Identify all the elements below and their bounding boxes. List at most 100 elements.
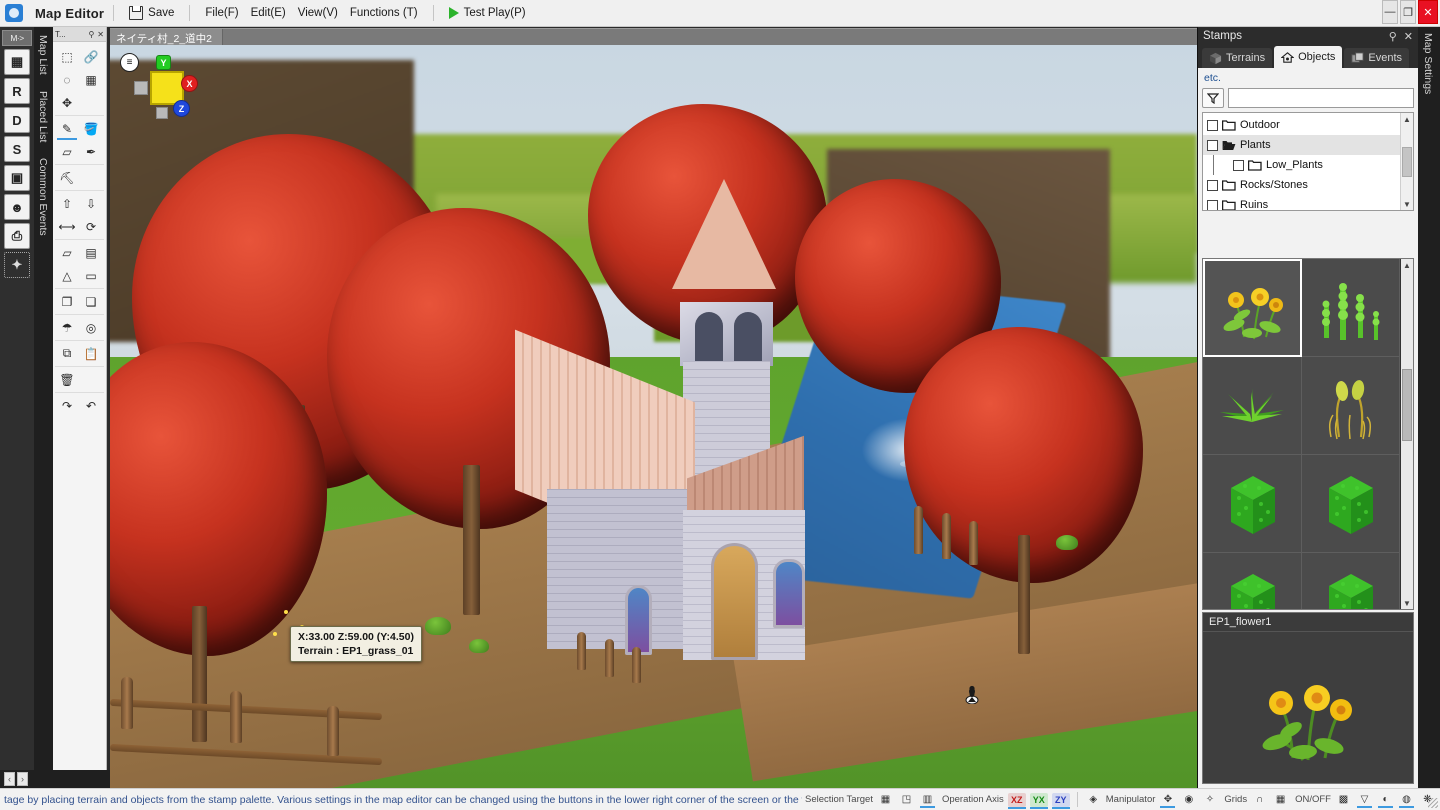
tool-rect-select[interactable]: ⬚	[55, 45, 79, 68]
tool-lasso-select[interactable]: 🔗	[79, 45, 103, 68]
menu-functions[interactable]: Functions (T)	[344, 4, 424, 22]
tool-raise-terrain[interactable]: ⇧	[55, 192, 79, 215]
axis-zy-button[interactable]: ZY	[1052, 793, 1070, 807]
rail-character-icon[interactable]: ☻	[4, 194, 30, 220]
stamp-thumbnail-grid[interactable]: ▲ ▼	[1202, 258, 1414, 610]
minimize-button[interactable]: —	[1382, 0, 1398, 24]
map-viewport[interactable]: ≡ Y X Z X:33.00 Z:59.00 (Y:4.50) Terrain…	[110, 45, 1197, 788]
tool-eraser[interactable]: ▱	[55, 140, 79, 163]
window-resize-grip[interactable]	[1428, 798, 1438, 808]
tool-mirror[interactable]: ⟷	[55, 215, 79, 238]
stamps-close-icon[interactable]: ✕	[1404, 30, 1413, 43]
tool-layers[interactable]: ▤	[79, 241, 103, 264]
thumb-scroll-thumb[interactable]	[1402, 369, 1412, 441]
tree-scroll-up-icon[interactable]: ▲	[1401, 113, 1413, 125]
onoff-light-icon[interactable]: ▽	[1356, 791, 1373, 808]
tool-magic-wand[interactable]: ✥	[55, 91, 79, 114]
maximize-button[interactable]: ❐	[1400, 0, 1416, 24]
tool-duplicate-offset[interactable]: ❏	[79, 290, 103, 313]
tab-events[interactable]: Events	[1344, 48, 1409, 68]
rail-header-button[interactable]: M·>	[2, 30, 32, 46]
tool-slope[interactable]: △	[55, 264, 79, 287]
menu-file[interactable]: File(F)	[199, 4, 244, 22]
save-button[interactable]: Save	[123, 3, 180, 23]
axis-yx-button[interactable]: YX	[1030, 793, 1048, 807]
axis-gizmo-face-neg-z[interactable]	[156, 107, 168, 119]
tool-copy[interactable]: ⧉	[55, 342, 79, 365]
axis-gizmo-x[interactable]: X	[181, 75, 198, 92]
tree-node[interactable]: Outdoor	[1203, 115, 1413, 135]
manipulator-rotate-icon[interactable]: ◉	[1180, 791, 1197, 808]
rail-map-grid-icon[interactable]: ▦	[4, 49, 30, 75]
stamp-sprout[interactable]	[1302, 357, 1401, 455]
manipulator-move-icon[interactable]: ✥	[1159, 791, 1176, 808]
filter-button[interactable]	[1202, 88, 1224, 108]
tool-rotate[interactable]: ⟳	[79, 215, 103, 238]
tool-blank[interactable]	[79, 368, 103, 391]
tab-terrains[interactable]: Terrains	[1202, 48, 1272, 68]
axis-gizmo-y[interactable]: Y	[156, 55, 171, 70]
tool-lower-terrain[interactable]: ⇩	[79, 192, 103, 215]
tool-object-place[interactable]: ☂	[55, 316, 79, 339]
tool-duplicate[interactable]: ❐	[55, 290, 79, 313]
close-button[interactable]: ✕	[1418, 0, 1438, 24]
manipulator-scale-icon[interactable]: ✧	[1201, 791, 1218, 808]
axis-xz-button[interactable]: XZ	[1008, 793, 1026, 807]
tool-free-select[interactable]: ◌	[55, 68, 79, 91]
tree-node[interactable]: Rocks/Stones	[1203, 175, 1413, 195]
dock-tab-common-events[interactable]: Common Events	[34, 150, 52, 244]
stamp-hedge-b[interactable]	[1302, 455, 1401, 553]
tool-grid-select[interactable]: ▦	[79, 68, 103, 91]
onoff-fog-icon[interactable]: ◍	[1398, 791, 1415, 808]
tree-node-checkbox[interactable]	[1207, 140, 1218, 151]
axis-gizmo-z[interactable]: Z	[173, 100, 190, 117]
category-tree[interactable]: OutdoorPlantsLow_PlantsRocks/StonesRuins…	[1202, 112, 1414, 211]
thumb-scroll-up-icon[interactable]: ▲	[1401, 259, 1413, 271]
stamp-hedge-a[interactable]	[1203, 455, 1302, 553]
thumbnail-scrollbar[interactable]: ▲ ▼	[1400, 259, 1413, 609]
rail-animation-icon[interactable]: ✦	[4, 252, 30, 278]
menu-edit[interactable]: Edit(E)	[245, 4, 292, 22]
axis-gizmo[interactable]: Y X Z	[150, 71, 184, 105]
onoff-grid-icon[interactable]: ▩	[1335, 791, 1352, 808]
grid-display-icon[interactable]: ▦	[1272, 791, 1289, 808]
tree-node[interactable]: Plants	[1203, 135, 1413, 155]
stamp-leafy-plant[interactable]	[1203, 357, 1302, 455]
axis-gizmo-face-neg-x[interactable]	[134, 81, 148, 95]
dock-tab-placed-list[interactable]: Placed List	[34, 83, 52, 150]
etc-link[interactable]: etc.	[1204, 72, 1412, 84]
rail-database-icon[interactable]: D	[4, 107, 30, 133]
stamp-hedge-c[interactable]	[1203, 553, 1302, 610]
tree-node[interactable]: Low_Plants	[1203, 155, 1413, 175]
tree-scroll-thumb[interactable]	[1402, 147, 1412, 177]
viewport-menu-icon[interactable]: ≡	[120, 53, 139, 72]
tab-objects[interactable]: Objects	[1274, 46, 1342, 68]
tree-node-checkbox[interactable]	[1207, 200, 1218, 211]
onoff-shadow-icon[interactable]: ◐	[1377, 791, 1394, 808]
selection-target-terrain-icon[interactable]: ▦	[877, 791, 894, 808]
category-tree-scrollbar[interactable]: ▲ ▼	[1400, 113, 1413, 210]
stamps-pin-icon[interactable]: ⚲	[1389, 30, 1397, 43]
stamp-flower1[interactable]	[1203, 259, 1302, 357]
manipulator-mode-icon[interactable]: ◈	[1085, 791, 1102, 808]
rail-screen-icon[interactable]: ▣	[4, 165, 30, 191]
rail-deploy-icon[interactable]: ⎙	[4, 223, 30, 249]
stamp-fern-tall[interactable]	[1302, 259, 1401, 357]
tool-plane[interactable]: ▱	[55, 241, 79, 264]
rail-sound-icon[interactable]: S	[4, 136, 30, 162]
rail-resource-icon[interactable]: R	[4, 78, 30, 104]
test-play-button[interactable]: Test Play(P)	[443, 4, 532, 22]
tool-shovel[interactable]: ⛏	[55, 166, 79, 189]
grid-snap-magnet-icon[interactable]: ∩	[1251, 791, 1268, 808]
nav-next-button[interactable]: ›	[17, 772, 28, 786]
tool-palette-close-icon[interactable]: ✕	[97, 30, 104, 39]
tree-node-checkbox[interactable]	[1207, 120, 1218, 131]
tool-palette-pin-icon[interactable]: ⚲	[88, 30, 94, 39]
tree-node-checkbox[interactable]	[1207, 180, 1218, 191]
tree-scroll-down-icon[interactable]: ▼	[1401, 198, 1413, 210]
tool-pencil[interactable]: ✎	[55, 117, 79, 140]
tree-node[interactable]: Ruins	[1203, 195, 1413, 211]
thumb-scroll-down-icon[interactable]: ▼	[1401, 597, 1413, 609]
nav-prev-button[interactable]: ‹	[4, 772, 15, 786]
tool-delete[interactable]: 🗑	[55, 368, 79, 391]
